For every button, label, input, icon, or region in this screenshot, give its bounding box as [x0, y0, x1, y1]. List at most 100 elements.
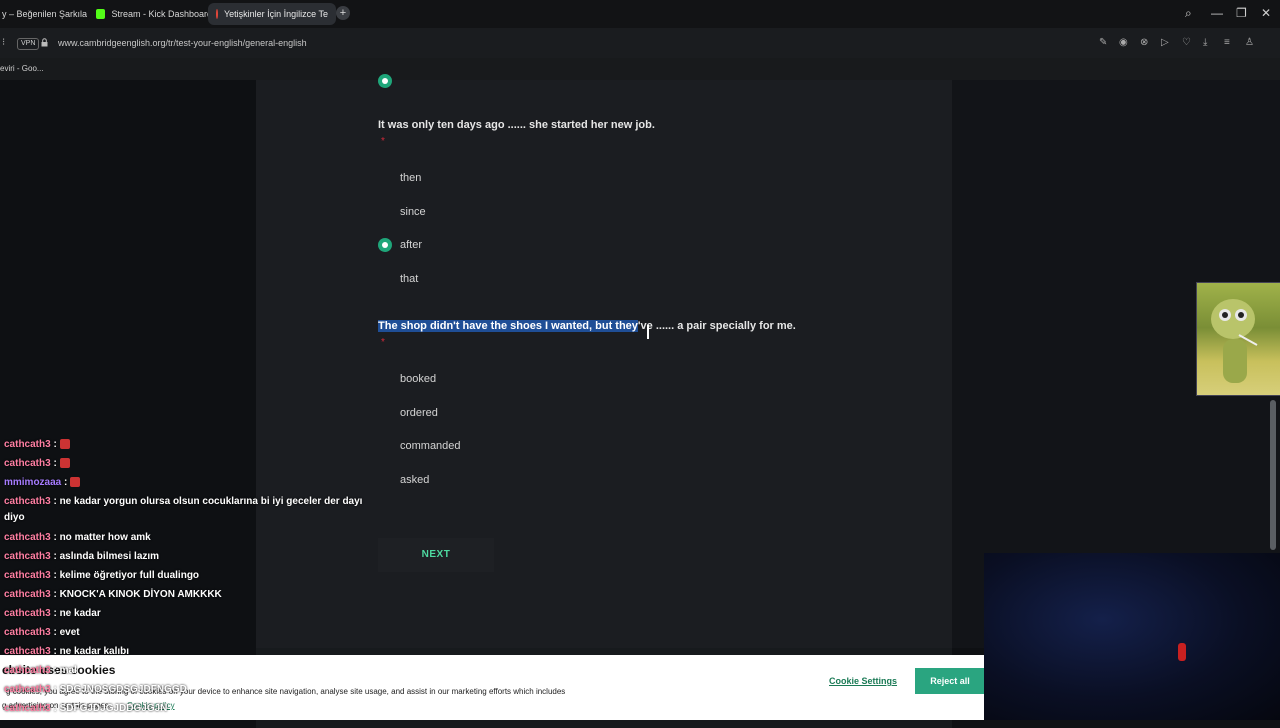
kick-icon [96, 9, 106, 19]
chat-text: : ne kadar yorgun olursa olsun cocukları… [4, 496, 363, 523]
radio-button[interactable] [378, 372, 392, 386]
chat-text: : mal [50, 665, 77, 676]
option-commanded[interactable]: commanded [378, 437, 461, 455]
option-label: after [400, 239, 423, 251]
required-mark: * [381, 337, 385, 348]
chat-message: cathcath3 : evet [4, 625, 374, 641]
cambridge-icon [216, 9, 218, 19]
option-ordered[interactable]: ordered [378, 404, 438, 422]
previous-option-partial[interactable] [378, 72, 400, 90]
chat-message: mmimozaaa : [4, 475, 374, 491]
question-2-rest: 've ...... a pair specially for me. [637, 320, 796, 332]
chat-text: : kelime öğretiyor full dualingo [50, 570, 200, 581]
new-tab-button[interactable]: + [336, 6, 350, 20]
chat-username: cathcath3 [4, 458, 51, 469]
emote-icon [59, 439, 70, 450]
bookmarks-bar: eviri - Goo... [0, 58, 1280, 80]
chat-text: : KNOCK'A KINOK DİYON AMKKKK [50, 589, 222, 600]
reject-all-button[interactable]: Reject all [915, 668, 985, 694]
option-label: that [400, 273, 419, 285]
chat-message: cathcath3 : ne kadar [4, 606, 374, 622]
chat-text: : ne kadar [50, 608, 101, 619]
vpn-badge[interactable]: VPN [17, 38, 40, 50]
chat-text: : [50, 458, 57, 469]
camera-icon[interactable]: ◉ [1119, 38, 1129, 48]
chat-text: : [61, 477, 68, 488]
option-label: commanded [400, 440, 461, 452]
option-then[interactable]: then [378, 169, 421, 187]
tab-bar: y – Beğenilen Şarkıla Stream - Kick Dash… [0, 0, 1280, 28]
chat-username: cathcath3 [4, 589, 51, 600]
chat-username: cathcath3 [4, 532, 51, 543]
tab-label: y – Beğenilen Şarkıla [2, 9, 88, 19]
tab-kick-dashboard[interactable]: Stream - Kick Dashboard [88, 3, 220, 25]
chat-message: cathcath3 : mal [4, 663, 374, 679]
chat-text: : evet [50, 627, 80, 638]
tab-spotify[interactable]: y – Beğenilen Şarkıla [0, 3, 88, 25]
minimize-icon[interactable]: — [1211, 6, 1223, 20]
chat-username: cathcath3 [4, 627, 51, 638]
page-scrollbar[interactable] [1270, 400, 1276, 550]
emote-icon [70, 477, 81, 488]
radio-button[interactable] [378, 406, 392, 420]
text-cursor [647, 325, 649, 339]
webcam-overlay [984, 553, 1280, 720]
tab-label: Yetişkinler İçin İngilizce Te [223, 9, 328, 19]
chat-username: cathcath3 [4, 684, 51, 695]
url-field[interactable]: www.cambridgeenglish.org/tr/test-your-en… [58, 38, 307, 48]
option-label: ordered [400, 407, 438, 419]
chat-username: cathcath3 [4, 665, 51, 676]
option-label: since [400, 206, 426, 218]
tab-label: Stream - Kick Dashboard [111, 9, 212, 19]
radio-button[interactable] [378, 171, 392, 185]
close-icon[interactable]: ✕ [1261, 6, 1271, 20]
option-label: then [400, 172, 422, 184]
shield-icon[interactable]: ⊗ [1140, 38, 1150, 48]
chat-message: cathcath3 : [4, 456, 374, 472]
menu-icon[interactable]: ≡ [1224, 38, 1234, 48]
chat-username: mmimozaaa [4, 477, 62, 488]
radio-button[interactable] [378, 205, 392, 219]
edit-icon[interactable]: ✎ [1099, 38, 1109, 48]
chat-message: cathcath3 : kelime öğretiyor full dualin… [4, 568, 374, 584]
radio-button-selected[interactable] [378, 238, 392, 252]
search-icon[interactable]: ⌕ [1185, 6, 1192, 21]
option-after[interactable]: after [378, 236, 422, 254]
chat-username: cathcath3 [4, 496, 51, 507]
radio-button[interactable] [378, 272, 392, 286]
bookmark-translate[interactable]: eviri - Goo... [0, 64, 44, 73]
option-asked[interactable]: asked [378, 471, 429, 489]
chat-message: cathcath3 : [4, 437, 374, 453]
option-label: booked [400, 373, 437, 385]
chat-username: cathcath3 [4, 439, 51, 450]
profile-icon[interactable]: ♙ [1245, 38, 1255, 48]
restore-icon[interactable]: ❐ [1236, 6, 1247, 20]
download-icon[interactable]: ⤓ [1203, 38, 1213, 48]
cookie-settings-button[interactable]: Cookie Settings [829, 676, 897, 686]
grid-icon[interactable]: ⁝ [2, 37, 5, 48]
chat-text: : SDFGJDJGJDDGJGJN [50, 703, 168, 714]
option-that[interactable]: that [378, 270, 418, 288]
radio-button[interactable] [378, 74, 392, 88]
option-since[interactable]: since [378, 203, 426, 221]
radio-button[interactable] [378, 439, 392, 453]
option-label: asked [400, 474, 430, 486]
chat-text: : ne kadar kalıbı [50, 646, 130, 657]
next-button[interactable]: NEXT [378, 538, 494, 572]
option-booked[interactable]: booked [378, 370, 436, 388]
heart-icon[interactable]: ♡ [1182, 38, 1192, 48]
chat-text: : [50, 439, 57, 450]
chat-text: : SDGJNOSGDSGJDFNGGD [50, 684, 187, 695]
tab-cambridge[interactable]: Yetişkinler İçin İngilizce Te [208, 3, 336, 25]
chat-username: cathcath3 [4, 570, 51, 581]
chat-username: cathcath3 [4, 646, 51, 657]
chat-username: cathcath3 [4, 551, 51, 562]
question-1-text: It was only ten days ago ...... she star… [378, 119, 655, 131]
radio-button[interactable] [378, 473, 392, 487]
chat-username: cathcath3 [4, 608, 51, 619]
play-icon[interactable]: ▷ [1161, 38, 1171, 48]
required-mark: * [381, 136, 385, 147]
question-2-text: The shop didn't have the shoes I wanted,… [378, 320, 796, 332]
chat-message: cathcath3 : no matter how amk [4, 530, 374, 546]
caterpillar-overlay-image [1196, 282, 1280, 396]
